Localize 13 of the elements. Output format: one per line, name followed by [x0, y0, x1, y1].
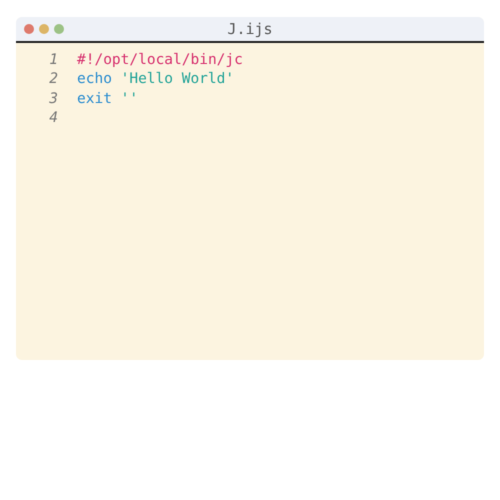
zoom-icon[interactable] — [54, 24, 64, 34]
code-token: #!/opt/local/bin/jc — [77, 52, 243, 68]
line-number: 4 — [48, 110, 58, 126]
line-number: 3 — [48, 90, 58, 107]
line-number: 2 — [48, 71, 58, 88]
code-token: '' — [120, 90, 138, 107]
window-title: J.ijs — [227, 20, 273, 38]
close-icon[interactable] — [24, 24, 34, 34]
code-token: 'Hello World' — [120, 71, 234, 88]
code-token: exit — [77, 90, 112, 107]
code-token: echo — [77, 71, 112, 88]
line-number: 1 — [48, 52, 58, 68]
minimize-icon[interactable] — [39, 24, 49, 34]
